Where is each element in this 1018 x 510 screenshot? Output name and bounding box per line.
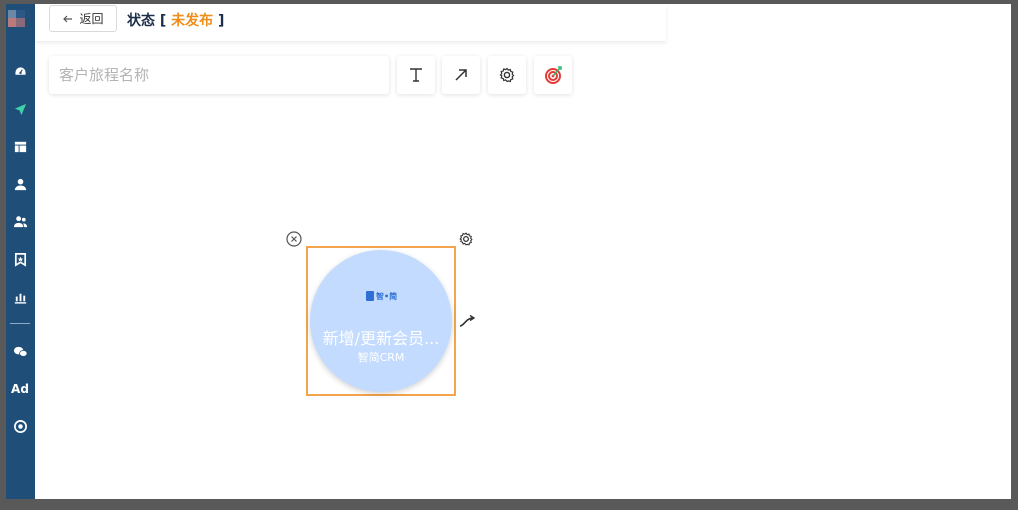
sidebar: Ad [6, 4, 35, 499]
logo-mark [366, 291, 374, 301]
sidebar-divider [10, 323, 30, 324]
back-label: 返回 [79, 12, 104, 26]
journey-name-input[interactable] [49, 56, 389, 94]
users-icon[interactable] [9, 210, 31, 232]
node-subtitle: 智简CRM [357, 351, 405, 364]
page-title: 状态 [ 未发布 ] [127, 10, 224, 30]
plugin-icon[interactable] [9, 415, 31, 437]
app-window: Ad 返回 状态 [ 未发布 ] 客户旅程名称 智•简 新增/更新会员... 智… [6, 4, 1011, 499]
arrow-tool-button[interactable] [442, 56, 480, 94]
close-circle-icon[interactable] [286, 231, 302, 247]
user-icon[interactable] [9, 173, 31, 195]
arrow-up-right-icon [455, 69, 467, 81]
ad-label: Ad [11, 382, 29, 396]
status-text: 未发布 [171, 13, 214, 29]
text-icon [410, 68, 422, 82]
node-logo-text: 智•简 [376, 291, 398, 301]
logo [8, 10, 33, 35]
target-icon [545, 66, 562, 84]
gear-icon [499, 67, 515, 83]
ad-icon[interactable]: Ad [9, 378, 31, 400]
bookmark-icon[interactable] [9, 248, 31, 270]
node-title: 新增/更新会员... [322, 329, 440, 348]
wechat-icon[interactable] [9, 340, 31, 362]
journey-node[interactable]: 智•简 新增/更新会员... 智简CRM [306, 246, 456, 396]
settings-button[interactable] [488, 56, 526, 94]
screen: Ad 返回 状态 [ 未发布 ] 客户旅程名称 智•简 新增/更新会员... 智… [0, 0, 1018, 510]
arrow-left-icon [63, 15, 73, 22]
title-suffix: ] [213, 13, 225, 29]
dashboard-icon[interactable] [9, 60, 31, 82]
bar-chart-icon[interactable] [9, 286, 31, 308]
send-icon[interactable] [9, 98, 31, 120]
node-gear-icon[interactable] [457, 230, 475, 248]
back-button[interactable]: 返回 [49, 5, 117, 32]
title-prefix: 状态 [ [127, 13, 172, 29]
node-circle: 智•简 新增/更新会员... 智简CRM [310, 250, 452, 392]
goal-button[interactable] [534, 56, 572, 94]
text-tool-button[interactable] [397, 56, 435, 94]
connector-icon[interactable] [458, 314, 476, 328]
layout-icon[interactable] [9, 135, 31, 157]
header-bar: 返回 状态 [ 未发布 ] [35, 4, 666, 41]
node-logo: 智•简 [366, 290, 397, 302]
